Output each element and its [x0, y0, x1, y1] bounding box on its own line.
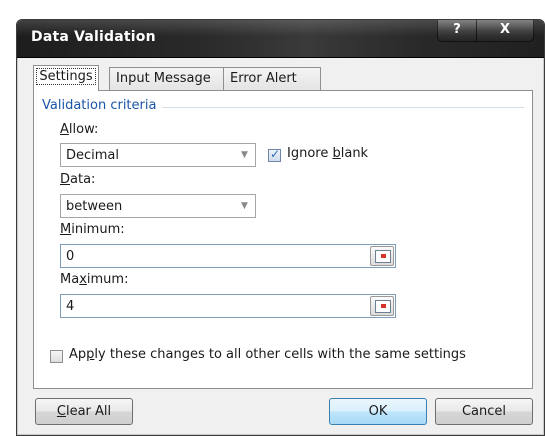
chevron-down-icon: ▼	[241, 201, 248, 211]
validation-criteria-label: Validation criteria	[42, 98, 163, 113]
ok-button[interactable]: OK	[329, 398, 427, 425]
maximum-input[interactable]: 4	[60, 294, 396, 318]
data-label: Data:	[60, 172, 96, 187]
ignore-blank-checkbox[interactable]: ✓	[268, 147, 281, 162]
data-value: between	[66, 199, 123, 214]
tab-settings-label: Settings	[36, 68, 96, 85]
tab-input-message[interactable]: Input Message	[109, 67, 225, 90]
range-select-icon	[375, 300, 391, 313]
settings-panel: Validation criteria Allow: Decimal ▼ ✓ I…	[33, 90, 533, 389]
help-icon: ?	[453, 22, 461, 37]
title-bar[interactable]: Data Validation ? X	[17, 20, 544, 58]
tab-settings[interactable]: Settings	[33, 65, 99, 91]
tab-error-alert[interactable]: Error Alert	[223, 67, 321, 90]
close-button[interactable]: X	[476, 20, 534, 42]
checkmark-icon: ✓	[270, 147, 281, 161]
minimum-range-button[interactable]	[370, 246, 394, 266]
help-button[interactable]: ?	[437, 20, 477, 42]
range-select-icon	[375, 250, 391, 263]
maximum-range-button[interactable]	[370, 296, 394, 316]
data-validation-dialog: Data Validation ? X Settings Input Messa…	[16, 19, 545, 436]
maximum-label: Maximum:	[60, 272, 129, 287]
minimum-label: Minimum:	[60, 222, 125, 237]
tab-error-alert-label: Error Alert	[230, 71, 297, 86]
maximum-value: 4	[66, 299, 75, 314]
apply-all-label[interactable]: Apply these changes to all other cells w…	[69, 347, 466, 362]
tab-input-message-label: Input Message	[116, 71, 211, 86]
close-icon: X	[499, 22, 511, 37]
ignore-blank-label[interactable]: Ignore blank	[287, 146, 368, 161]
minimum-value: 0	[66, 249, 75, 264]
minimum-input[interactable]: 0	[60, 244, 396, 268]
clear-all-button[interactable]: Clear All	[35, 398, 133, 425]
dialog-title: Data Validation	[31, 29, 156, 45]
allow-select[interactable]: Decimal ▼	[60, 143, 256, 167]
allow-label: Allow:	[60, 122, 99, 137]
cancel-button[interactable]: Cancel	[435, 398, 533, 425]
chevron-down-icon: ▼	[241, 150, 248, 160]
allow-value: Decimal	[66, 148, 120, 163]
data-select[interactable]: between ▼	[60, 194, 256, 218]
apply-all-checkbox[interactable]	[50, 350, 63, 363]
